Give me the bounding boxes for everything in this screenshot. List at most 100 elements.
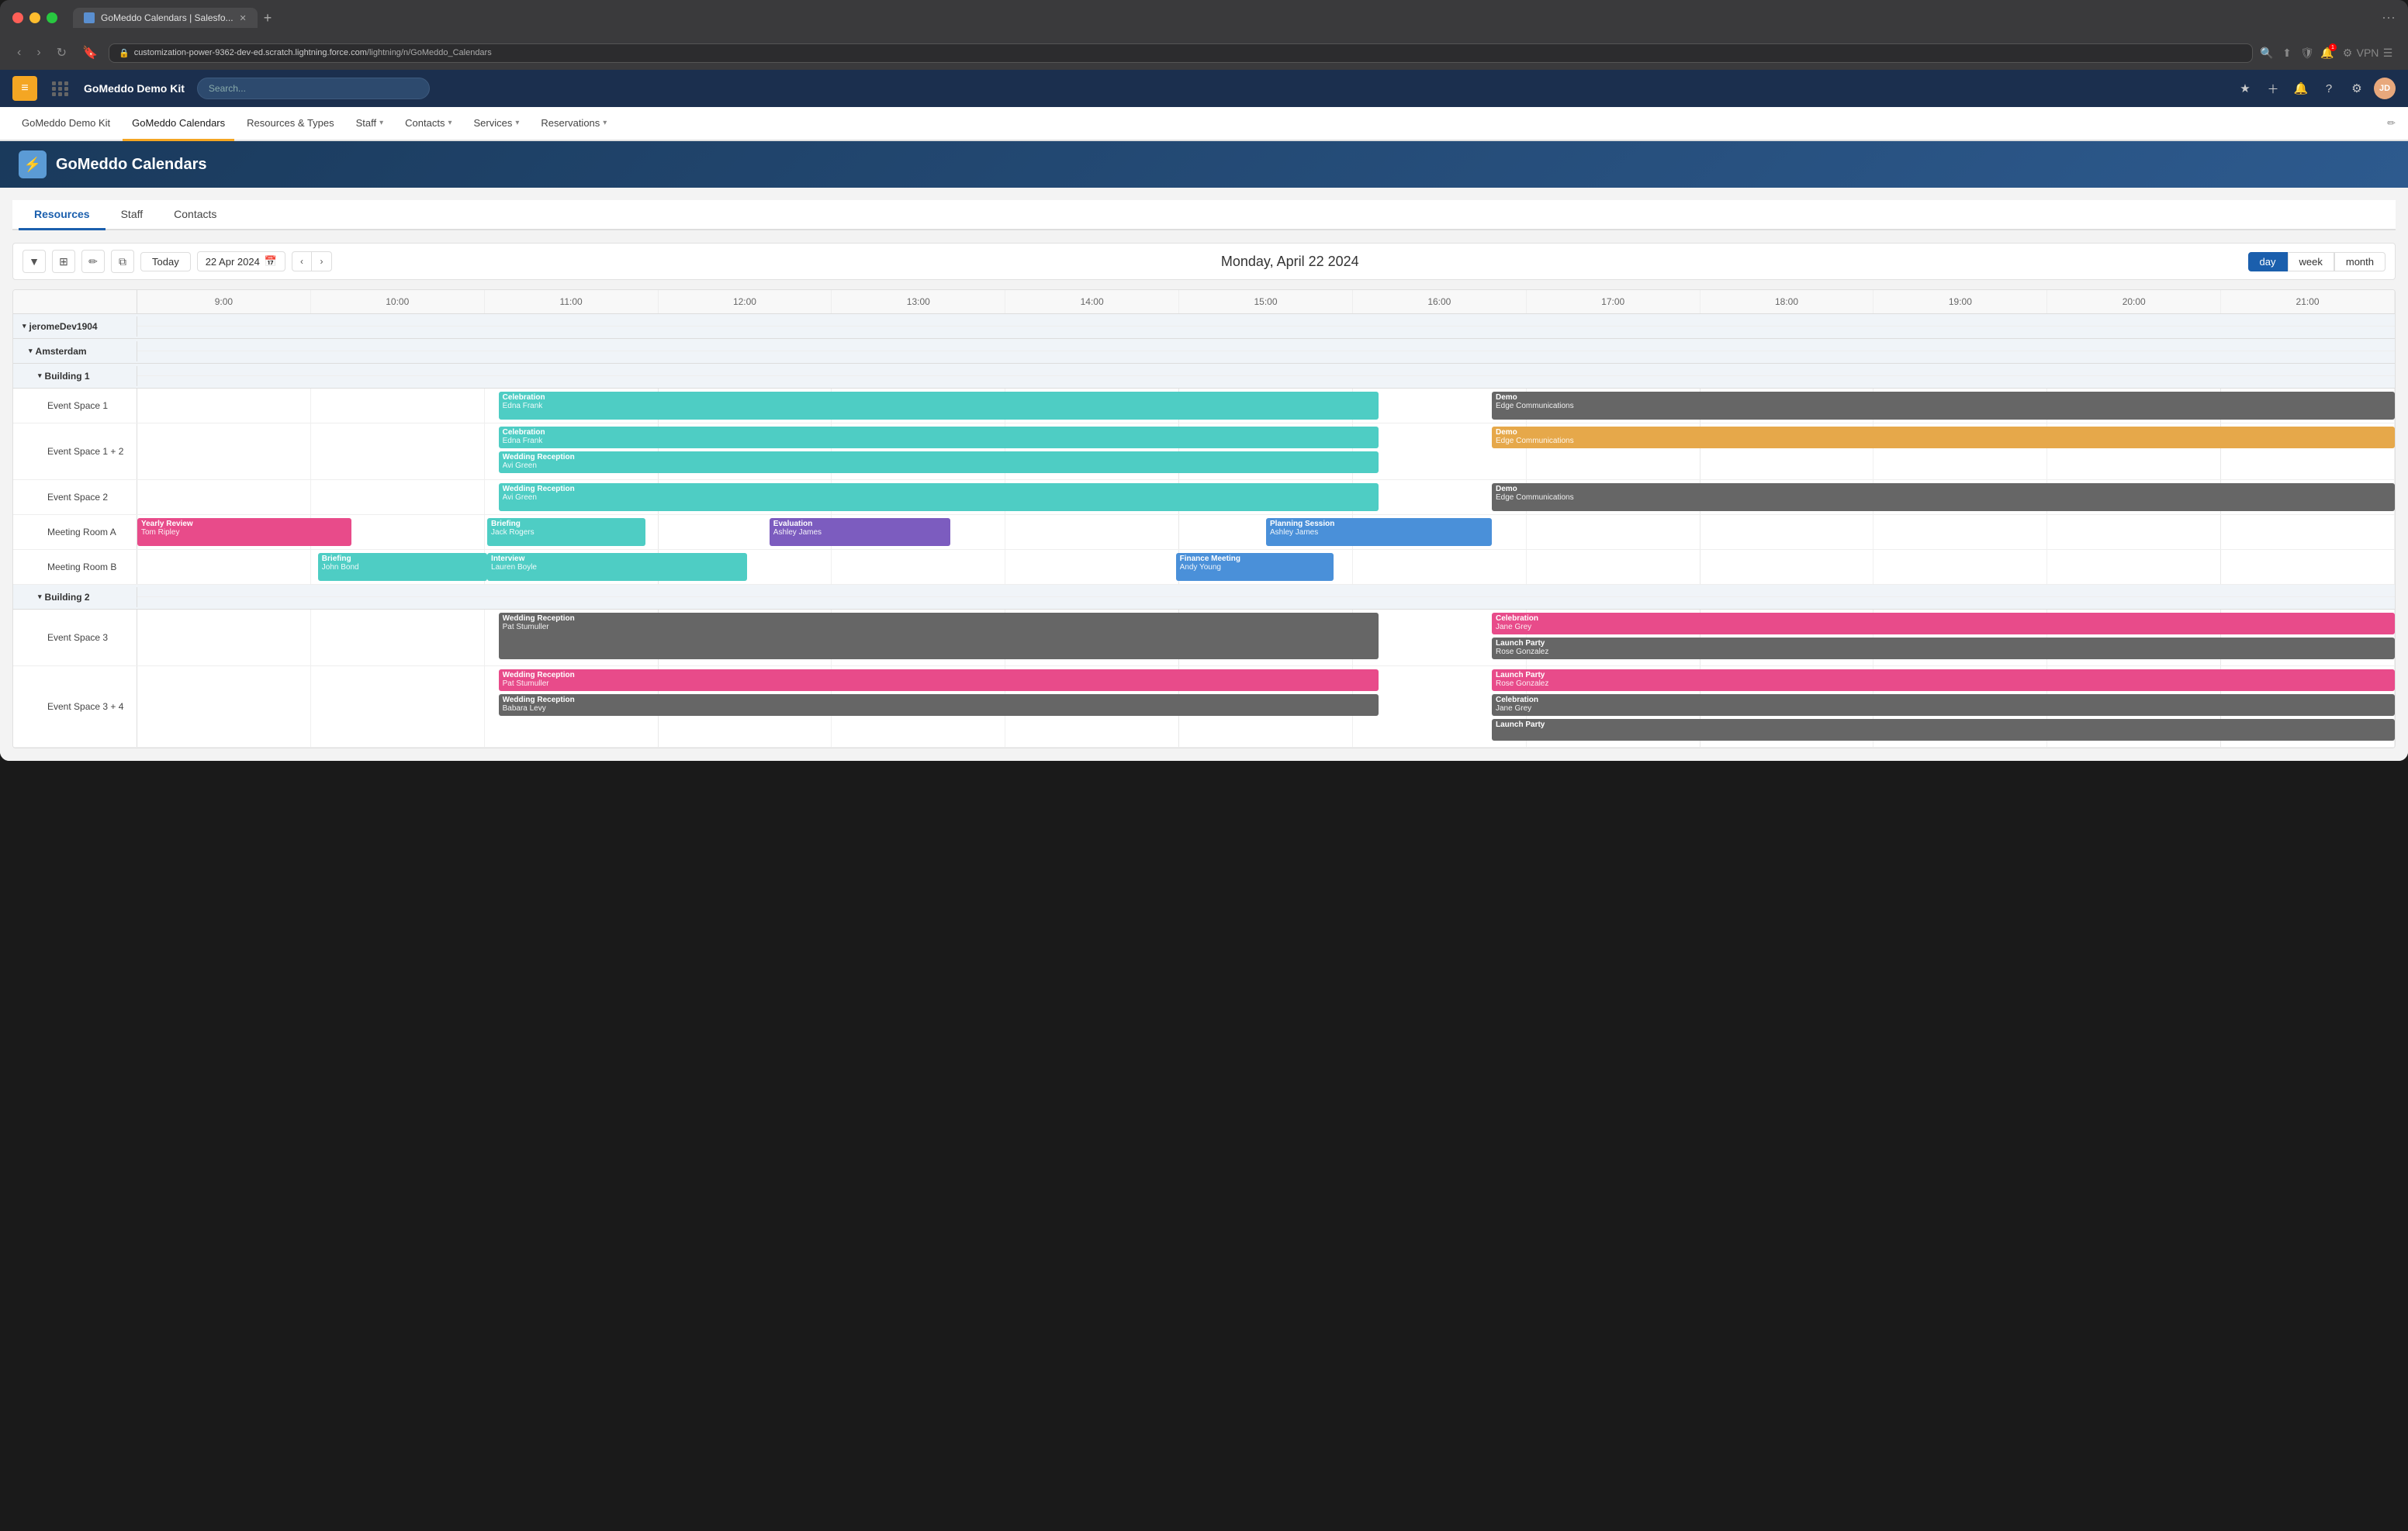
edit-button[interactable]: ✏ [81, 250, 105, 273]
event-yearly-review[interactable]: Yearly Review Tom Ripley [137, 518, 351, 546]
bell-icon[interactable]: 🔔 [2290, 78, 2312, 99]
nav-item-staff[interactable]: Staff ▾ [347, 107, 393, 141]
user-avatar[interactable]: JD [2374, 78, 2396, 99]
today-button[interactable]: Today [140, 252, 191, 271]
filter-button[interactable]: ▼ [22, 250, 46, 273]
nav-edit-button[interactable]: ✏ [2387, 117, 2396, 130]
star-icon[interactable]: ★ [2234, 78, 2256, 99]
event-interview-lauren[interactable]: Interview Lauren Boyle [487, 553, 747, 581]
event-wedding-pat-2[interactable]: Wedding Reception Pat Stumuller [499, 669, 1379, 691]
event-wedding-babara[interactable]: Wedding Reception Babara Levy [499, 694, 1379, 716]
event-title: Demo [1496, 485, 2391, 493]
vpn-icon[interactable]: VPN [2360, 45, 2375, 60]
prev-button[interactable]: ‹ [292, 251, 312, 271]
nav-item-services[interactable]: Services ▾ [465, 107, 529, 141]
group-cells-building1 [137, 375, 2395, 376]
nav-item-contacts[interactable]: Contacts ▾ [396, 107, 461, 141]
month-view-button[interactable]: month [2334, 252, 2386, 271]
nav-label-gomeddo-calendars: GoMeddo Calendars [132, 117, 225, 129]
group-building1[interactable]: ▾ Building 1 [13, 364, 2395, 389]
sf-grid-nav[interactable] [50, 78, 71, 99]
nav-item-gomeddo-demo-kit[interactable]: GoMeddo Demo Kit [12, 107, 119, 141]
event-title: Demo [1496, 393, 2391, 402]
event-subtitle: Ashley James [1270, 528, 1488, 537]
event-celebration-jane[interactable]: Celebration Jane Grey [1492, 613, 2395, 634]
forward-button[interactable]: › [32, 43, 45, 63]
help-icon[interactable]: ? [2318, 78, 2340, 99]
salesforce-app: ≡ GoMeddo Demo Kit ★ ＋ 🔔 ? ⚙ JD [0, 70, 2408, 761]
maximize-button[interactable] [47, 12, 57, 23]
settings-icon[interactable]: ⚙ [2346, 78, 2368, 99]
event-briefing-jack[interactable]: Briefing Jack Rogers [487, 518, 645, 546]
date-picker[interactable]: 22 Apr 2024 📅 [197, 251, 285, 271]
nav-item-gomeddo-calendars[interactable]: GoMeddo Calendars [123, 107, 234, 141]
event-title: Wedding Reception [503, 614, 1375, 623]
address-bar[interactable]: 🔒 customization-power-9362-dev-ed.scratc… [109, 43, 2253, 63]
columns-button[interactable]: ⊞ [52, 250, 75, 273]
search-icon[interactable]: 🔍 [2259, 45, 2275, 60]
shield-icon[interactable]: 🛡 [2299, 45, 2315, 60]
sf-search-input[interactable] [197, 78, 430, 99]
tab-resources[interactable]: Resources [19, 200, 106, 230]
group-jeromedev[interactable]: ▾ jeromeDev1904 [13, 314, 2395, 339]
event-title: Celebration [503, 428, 1375, 437]
event-celebration-edna[interactable]: Celebration Edna Frank [499, 392, 1379, 420]
event-wedding-avi[interactable]: Wedding Reception Avi Green [499, 483, 1379, 511]
more-button[interactable]: ⧉ [111, 250, 134, 273]
new-tab-button[interactable]: + [264, 10, 272, 26]
plus-icon[interactable]: ＋ [2262, 78, 2284, 99]
calendar-icon[interactable]: 📅 [265, 255, 277, 268]
week-view-button[interactable]: week [2288, 252, 2334, 271]
group-building2[interactable]: ▾ Building 2 [13, 585, 2395, 610]
event-demo-orange[interactable]: Demo Edge Communications [1492, 427, 2395, 448]
nav-item-reservations[interactable]: Reservations ▾ [531, 107, 616, 141]
event-subtitle: Ashley James [773, 528, 946, 537]
event-subtitle: Rose Gonzalez [1496, 679, 2391, 688]
next-button[interactable]: › [312, 251, 332, 271]
browser-titlebar: GoMeddo Calendars | Salesfo... ✕ + ⋯ [0, 0, 2408, 36]
event-finance-meeting[interactable]: Finance Meeting Andy Young [1176, 553, 1334, 581]
group-amsterdam[interactable]: ▾ Amsterdam [13, 339, 2395, 364]
chevron-down-icon-amsterdam: ▾ [29, 347, 33, 355]
sf-search-bar[interactable] [197, 78, 430, 99]
group-label-building1: ▾ Building 1 [13, 366, 137, 386]
event-title: Interview [491, 555, 743, 563]
event-title: Wedding Reception [503, 485, 1375, 493]
bookmark-button[interactable]: 🔖 [78, 42, 102, 64]
calendar-toolbar: ▼ ⊞ ✏ ⧉ Today 22 Apr 2024 📅 ‹ › Monday, … [12, 243, 2396, 280]
event-subtitle: Edna Frank [503, 437, 1375, 445]
event-planning-session[interactable]: Planning Session Ashley James [1266, 518, 1492, 546]
menu-icon[interactable]: ☰ [2380, 45, 2396, 60]
event-demo-edge-2[interactable]: Demo Edge Communications [1492, 483, 2395, 511]
resource-label-event-space-3: Event Space 3 [13, 610, 137, 665]
window-controls[interactable]: ⋯ [2382, 10, 2396, 26]
event-launch-rose-2[interactable]: Launch Party Rose Gonzalez [1492, 669, 2395, 691]
nav-label-resources-types: Resources & Types [247, 117, 334, 129]
minimize-button[interactable] [29, 12, 40, 23]
alert-icon[interactable]: 🔔1 [2320, 45, 2335, 60]
group-name-amsterdam: Amsterdam [36, 346, 87, 357]
extension-icon[interactable]: ⚙ [2340, 45, 2355, 60]
security-icon: 🔒 [119, 48, 130, 58]
event-wedding-avi-2[interactable]: Wedding Reception Avi Green [499, 451, 1379, 473]
tab-close-button[interactable]: ✕ [240, 13, 247, 23]
back-button[interactable]: ‹ [12, 43, 26, 63]
tab-staff[interactable]: Staff [106, 200, 159, 230]
day-view-button[interactable]: day [2248, 252, 2288, 271]
event-celebration-edna-2[interactable]: Celebration Edna Frank [499, 427, 1379, 448]
page-title: GoMeddo Calendars [56, 156, 206, 174]
share-icon[interactable]: ⬆ [2279, 45, 2295, 60]
timeline-event-space-1: Celebration Edna Frank Demo Edge Communi… [137, 389, 2395, 423]
event-celebration-jane-2[interactable]: Celebration Jane Grey [1492, 694, 2395, 716]
browser-tab-active[interactable]: GoMeddo Calendars | Salesfo... ✕ [73, 8, 258, 28]
close-button[interactable] [12, 12, 23, 23]
nav-item-resources-types[interactable]: Resources & Types [237, 107, 343, 141]
event-wedding-pat[interactable]: Wedding Reception Pat Stumuller [499, 613, 1379, 659]
event-launch-rose[interactable]: Launch Party Rose Gonzalez [1492, 638, 2395, 659]
event-briefing-bond[interactable]: Briefing John Bond [318, 553, 487, 581]
event-launch-party-3[interactable]: Launch Party [1492, 719, 2395, 741]
tab-contacts[interactable]: Contacts [158, 200, 232, 230]
event-demo-edge1[interactable]: Demo Edge Communications [1492, 392, 2395, 420]
event-evaluation-ashley[interactable]: Evaluation Ashley James [770, 518, 950, 546]
reload-button[interactable]: ↻ [52, 42, 71, 64]
